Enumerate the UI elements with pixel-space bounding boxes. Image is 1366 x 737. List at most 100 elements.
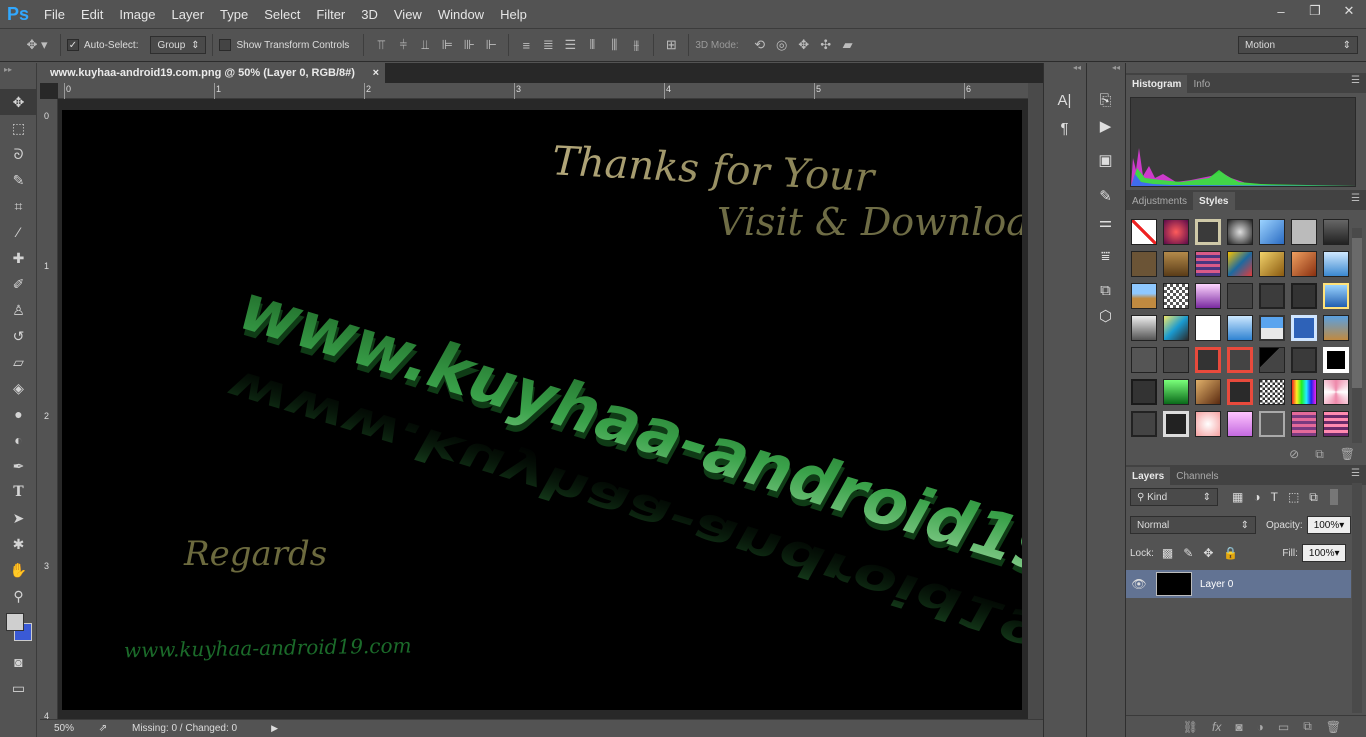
tab-info[interactable]: Info [1187, 75, 1216, 93]
tab-layers[interactable]: Layers [1126, 467, 1171, 485]
image-canvas[interactable]: Thanks for Your Visit & Download www.kuy… [62, 110, 1022, 710]
workspace-dropdown[interactable]: Motion ⇕ [1238, 36, 1358, 54]
style-swatch[interactable] [1323, 379, 1349, 405]
healing-brush-icon[interactable]: ✚ [0, 245, 37, 271]
layer-filter-dropdown[interactable]: ⚲ Kind ⇕ [1130, 488, 1218, 506]
style-swatch[interactable] [1259, 219, 1285, 245]
style-swatch[interactable] [1291, 283, 1317, 309]
style-swatch[interactable] [1195, 251, 1221, 277]
style-swatch[interactable] [1131, 315, 1157, 341]
style-swatch[interactable] [1227, 315, 1253, 341]
properties-panel-icon[interactable]: ▣ [1087, 147, 1124, 173]
align-bottom-icon[interactable]: ⫫ [414, 34, 436, 56]
add-mask-icon[interactable]: ◙ [1235, 720, 1242, 734]
style-swatch[interactable] [1195, 379, 1221, 405]
opacity-field[interactable]: 100% ▾ [1306, 516, 1351, 534]
move-tool-preset-icon[interactable]: ✥ ▾ [20, 34, 54, 56]
document-tab[interactable]: www.kuyhaa-android19.com.png @ 50% (Laye… [40, 63, 385, 83]
layers-menu-icon[interactable]: ☰ [1351, 468, 1360, 479]
style-swatch[interactable] [1227, 379, 1253, 405]
style-swatch[interactable] [1163, 347, 1189, 373]
style-swatch[interactable] [1291, 219, 1317, 245]
styles-scrollbar[interactable] [1352, 228, 1362, 443]
lasso-tool-icon[interactable]: ᘐ [0, 141, 37, 167]
style-swatch[interactable] [1163, 219, 1189, 245]
styles-menu-icon[interactable]: ☰ [1351, 193, 1360, 204]
crop-tool-icon[interactable]: ⌗ [0, 193, 37, 219]
distribute-vcenter-icon[interactable]: ≣ [537, 34, 559, 56]
shape-tool-icon[interactable]: ✱ [0, 531, 37, 557]
style-swatch[interactable] [1131, 251, 1157, 277]
screen-mode-icon[interactable]: ▭ [0, 675, 37, 701]
style-swatch[interactable] [1259, 251, 1285, 277]
clone-source-icon[interactable]: ⧉ [1087, 277, 1124, 303]
type-tool-icon[interactable]: T [0, 479, 37, 505]
tab-styles[interactable]: Styles [1193, 192, 1235, 210]
delete-layer-icon[interactable]: 🗑 [1326, 720, 1341, 734]
new-style-icon[interactable]: ⧉ [1315, 447, 1324, 462]
distribute-hcenter-icon[interactable]: ⫼ [603, 34, 625, 56]
foreground-color-swatch[interactable] [6, 613, 24, 631]
actions-panel-icon[interactable]: ▶ [1087, 113, 1124, 139]
style-swatch[interactable] [1131, 411, 1157, 437]
link-layers-icon[interactable]: ⛓ [1183, 720, 1198, 734]
style-swatch[interactable] [1259, 347, 1285, 373]
3d-panel-icon[interactable]: ⬡ [1087, 303, 1124, 329]
style-swatch[interactable] [1323, 219, 1349, 245]
new-group-icon[interactable]: ▭ [1278, 720, 1289, 734]
clone-stamp-icon[interactable]: ♙ [0, 297, 37, 323]
delete-style-icon[interactable]: 🗑 [1340, 447, 1355, 461]
layers-scrollbar[interactable] [1352, 483, 1362, 713]
style-swatch[interactable] [1131, 379, 1157, 405]
path-select-icon[interactable]: ➤ [0, 505, 37, 531]
menu-window[interactable]: Window [430, 7, 492, 22]
style-swatch[interactable] [1323, 283, 1349, 309]
close-document-icon[interactable]: × [373, 67, 379, 79]
style-swatch[interactable] [1291, 347, 1317, 373]
menu-image[interactable]: Image [111, 7, 163, 22]
strip1-collapse-icon[interactable]: ◂◂ [1044, 63, 1085, 79]
3d-rotate-icon[interactable]: ⟲ [749, 34, 771, 56]
horizontal-ruler[interactable]: 0 1 2 3 4 5 6 [58, 83, 1028, 99]
distribute-top-icon[interactable]: ≡ [515, 34, 537, 56]
style-swatch[interactable] [1195, 283, 1221, 309]
vertical-scrollbar[interactable] [1028, 83, 1043, 719]
align-right-icon[interactable]: ⊩ [480, 34, 502, 56]
layer-visibility-eye-icon[interactable]: 👁 [1126, 577, 1152, 591]
style-swatch[interactable] [1227, 251, 1253, 277]
zoom-level[interactable]: 50% [40, 723, 84, 734]
filter-smart-object-icon[interactable]: ⧉ [1309, 490, 1318, 505]
close-window-button[interactable]: ✕ [1332, 0, 1366, 22]
distribute-left-icon[interactable]: ⫴ [581, 34, 603, 56]
auto-select-target-dropdown[interactable]: Group ⇕ [150, 36, 207, 54]
lock-position-icon[interactable]: ✥ [1203, 546, 1213, 560]
eraser-tool-icon[interactable]: ▱ [0, 349, 37, 375]
style-swatch[interactable] [1131, 347, 1157, 373]
style-swatch[interactable] [1291, 315, 1317, 341]
history-brush-icon[interactable]: ↺ [0, 323, 37, 349]
distribute-bottom-icon[interactable]: ☰ [559, 34, 581, 56]
align-hcenter-icon[interactable]: ⊪ [458, 34, 480, 56]
filter-adjustment-icon[interactable]: ◑ [1253, 490, 1260, 504]
3d-pan-icon[interactable]: ✥ [793, 34, 815, 56]
blend-mode-dropdown[interactable]: Normal ⇕ [1130, 516, 1256, 534]
layer-name[interactable]: Layer 0 [1200, 579, 1233, 590]
style-swatch[interactable] [1291, 379, 1317, 405]
3d-scale-icon[interactable]: ▰ [837, 34, 859, 56]
menu-file[interactable]: File [36, 7, 73, 22]
style-swatch[interactable] [1323, 315, 1349, 341]
filter-pixel-icon[interactable]: ▦ [1232, 490, 1243, 504]
restore-button[interactable]: ❐ [1298, 0, 1332, 22]
menu-layer[interactable]: Layer [164, 7, 213, 22]
quick-select-tool-icon[interactable]: ✎ [0, 167, 37, 193]
clear-style-icon[interactable]: ⊘ [1289, 447, 1299, 461]
new-layer-icon[interactable]: ⧉ [1303, 719, 1312, 734]
brush-tool-icon[interactable]: ✐ [0, 271, 37, 297]
style-swatch[interactable] [1163, 315, 1189, 341]
menu-type[interactable]: Type [212, 7, 256, 22]
eyedropper-tool-icon[interactable]: ⁄ [0, 219, 37, 245]
histogram-menu-icon[interactable]: ☰ [1351, 75, 1360, 86]
menu-edit[interactable]: Edit [73, 7, 111, 22]
style-swatch[interactable] [1227, 283, 1253, 309]
paint-bucket-icon[interactable]: ◈ [0, 375, 37, 401]
